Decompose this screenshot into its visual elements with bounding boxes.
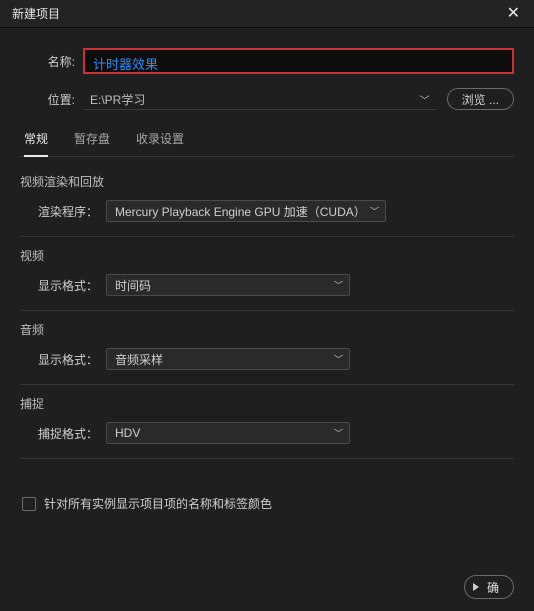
chevron-down-icon: ﹀	[334, 427, 343, 440]
chevron-down-icon: ﹀	[334, 353, 343, 366]
name-row: 名称: 计时器效果	[20, 48, 514, 74]
location-row: 位置: E:\PR学习 ﹀ 浏览 ...	[20, 88, 514, 110]
chevron-down-icon: ﹀	[370, 205, 379, 218]
close-icon[interactable]: ✕	[503, 4, 524, 24]
location-label: 位置:	[20, 91, 75, 108]
audio-format-value: 音频采样	[115, 351, 163, 368]
project-name-input[interactable]: 计时器效果	[83, 48, 514, 74]
divider	[20, 458, 514, 459]
chevron-down-icon: ﹀	[420, 92, 430, 107]
video-format-label: 显示格式：	[34, 277, 98, 294]
capture-format-row: 捕捉格式： HDV ﹀	[34, 422, 514, 444]
capture-format-dropdown[interactable]: HDV ﹀	[106, 422, 350, 444]
renderer-value: Mercury Playback Engine GPU 加速（CUDA）	[115, 203, 363, 220]
video-format-value: 时间码	[115, 277, 151, 294]
video-format-dropdown[interactable]: 时间码 ﹀	[106, 274, 350, 296]
capture-format-label: 捕捉格式：	[34, 425, 98, 442]
name-label: 名称:	[20, 53, 75, 70]
audio-format-label: 显示格式：	[34, 351, 98, 368]
display-names-row: 针对所有实例显示项目项的名称和标签颜色	[22, 495, 514, 512]
location-input[interactable]: E:\PR学习 ﹀	[83, 88, 437, 110]
section-render: 视频渲染和回放	[20, 173, 514, 190]
location-value: E:\PR学习	[90, 91, 145, 108]
titlebar: 新建项目 ✕	[0, 0, 534, 28]
section-audio: 音频	[20, 321, 514, 338]
tab-ingest-settings[interactable]: 收录设置	[136, 124, 184, 156]
renderer-row: 渲染程序： Mercury Playback Engine GPU 加速（CUD…	[34, 200, 514, 222]
ok-button[interactable]: 确	[464, 575, 514, 599]
section-capture: 捕捉	[20, 395, 514, 412]
divider	[20, 236, 514, 237]
section-video: 视频	[20, 247, 514, 264]
footer: 确	[464, 575, 514, 599]
tabs: 常规 暂存盘 收录设置	[20, 124, 514, 157]
audio-format-dropdown[interactable]: 音频采样 ﹀	[106, 348, 350, 370]
renderer-label: 渲染程序：	[34, 203, 98, 220]
capture-format-value: HDV	[115, 426, 140, 440]
renderer-dropdown[interactable]: Mercury Playback Engine GPU 加速（CUDA） ﹀	[106, 200, 386, 222]
ok-label: 确	[487, 581, 499, 595]
browse-button[interactable]: 浏览 ...	[447, 88, 514, 110]
display-names-checkbox[interactable]	[22, 497, 36, 511]
divider	[20, 310, 514, 311]
divider	[20, 384, 514, 385]
display-names-label: 针对所有实例显示项目项的名称和标签颜色	[44, 495, 272, 512]
video-format-row: 显示格式： 时间码 ﹀	[34, 274, 514, 296]
chevron-down-icon: ﹀	[334, 279, 343, 292]
play-icon	[473, 583, 479, 591]
audio-format-row: 显示格式： 音频采样 ﹀	[34, 348, 514, 370]
tab-general[interactable]: 常规	[24, 124, 48, 157]
window-title: 新建项目	[12, 5, 60, 22]
dialog-content: 名称: 计时器效果 位置: E:\PR学习 ﹀ 浏览 ... 常规 暂存盘 收录…	[0, 28, 534, 512]
tab-scratch-disks[interactable]: 暂存盘	[74, 124, 110, 156]
